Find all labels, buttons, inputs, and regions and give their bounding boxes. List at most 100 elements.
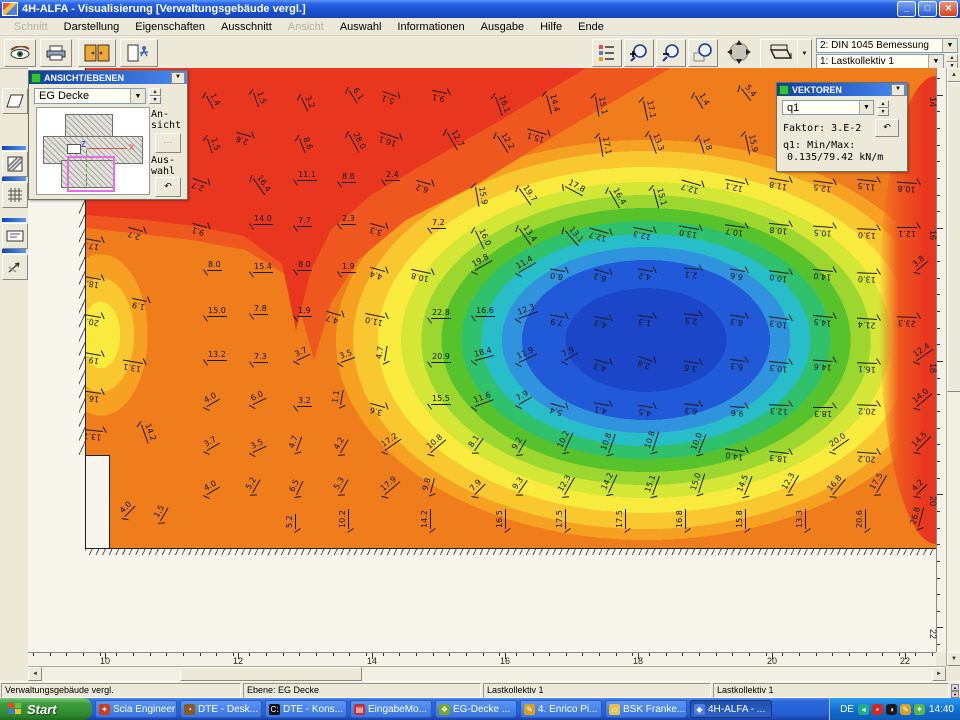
- factor-button[interactable]: ↶: [875, 119, 899, 137]
- horizontal-scroll-thumb[interactable]: [180, 667, 362, 681]
- zoom-out-button[interactable]: [656, 39, 686, 67]
- vertical-scrollbar[interactable]: ▲ ▼: [946, 68, 960, 666]
- value-label: 17.5: [616, 509, 626, 529]
- scroll-left-icon[interactable]: ◄: [28, 667, 42, 681]
- maximize-button[interactable]: □: [918, 1, 937, 17]
- start-label: Start: [27, 702, 57, 717]
- start-button[interactable]: Start: [0, 698, 92, 720]
- plan-selection-rect: [67, 156, 115, 192]
- spinner-up-icon[interactable]: ▲: [951, 684, 959, 691]
- ruler-tick: [433, 653, 434, 656]
- taskbar-button-folder[interactable]: ▱BSK Franke...: [605, 700, 687, 718]
- scroll-up-icon[interactable]: ▲: [947, 68, 960, 82]
- scroll-right-icon[interactable]: ►: [932, 667, 946, 681]
- chevron-down-icon[interactable]: ▼: [942, 39, 957, 52]
- taskbar-button-dte-desk[interactable]: ◔DTE - Desk...: [180, 700, 262, 718]
- values-button[interactable]: [2, 223, 28, 249]
- mini-titlebar[interactable]: [2, 249, 26, 253]
- taskbar-button-alfa[interactable]: ◆4H-ALFA - ...: [690, 700, 772, 718]
- vektoren-panel-titlebar[interactable]: VEKTOREN ▼: [777, 83, 907, 96]
- tray-panda-icon[interactable]: ◑: [886, 704, 897, 715]
- plane-select-button[interactable]: [2, 88, 28, 114]
- value-label: 3.2: [297, 397, 312, 407]
- print-button[interactable]: [40, 39, 72, 67]
- scroll-down-icon[interactable]: ▼: [947, 652, 960, 666]
- spinner-down-icon[interactable]: ▼: [877, 108, 889, 116]
- value-label: 14.5: [812, 315, 833, 327]
- menu-item-hilfe[interactable]: Hilfe: [532, 20, 570, 34]
- mesh-button[interactable]: [2, 182, 28, 208]
- spinner-up-icon[interactable]: ▲: [946, 54, 958, 62]
- loadcase-combobox[interactable]: 1: Lastkollektiv 1 ▼: [816, 54, 944, 69]
- ruler-tick: [799, 653, 800, 656]
- zoom-window-button[interactable]: [688, 39, 718, 67]
- pan-button[interactable]: [722, 38, 756, 66]
- spinner-down-icon[interactable]: ▼: [149, 96, 161, 104]
- value-label: 4.0: [202, 391, 220, 407]
- vector-quantity-dropdown[interactable]: q1 ▼: [782, 100, 874, 115]
- taskbar-button-scia[interactable]: ✦Scia Engineer: [95, 700, 177, 718]
- design-code-combobox[interactable]: 2: DIN 1045 Bemessung ▼: [816, 38, 958, 53]
- exit-button[interactable]: [120, 39, 158, 67]
- close-button[interactable]: ✕: [939, 1, 958, 17]
- vertical-scroll-thumb[interactable]: [947, 82, 960, 392]
- horizontal-scrollbar[interactable]: ◄ ►: [28, 666, 946, 681]
- taskbar-button-dte-console[interactable]: C:DTE - Kons...: [265, 700, 347, 718]
- mini-titlebar[interactable]: [2, 177, 26, 181]
- tray-icons: ◂▪◑✎✦: [858, 704, 925, 715]
- panel-collapse-icon[interactable]: ▼: [891, 84, 905, 96]
- loadcase-spinner[interactable]: ▲ ▼: [946, 54, 958, 69]
- value-label: 19.7: [519, 183, 539, 205]
- menu-item-ausschnitt[interactable]: Ausschnitt: [213, 20, 280, 34]
- view-3d-button[interactable]: [760, 39, 798, 69]
- ruler-label: 22: [900, 656, 910, 666]
- mini-plan-view[interactable]: Z X: [36, 107, 150, 195]
- vectors-button[interactable]: [2, 254, 28, 280]
- plane-dropdown[interactable]: EG Decke ▼: [34, 88, 146, 104]
- menu-item-darstellung[interactable]: Darstellung: [56, 20, 128, 34]
- menu-item-ende[interactable]: Ende: [570, 20, 612, 34]
- spinner-up-icon[interactable]: ▲: [877, 100, 889, 108]
- value-label: 14.5: [736, 473, 753, 495]
- spinner-up-icon[interactable]: ▲: [149, 88, 161, 96]
- vector-quantity-spinner[interactable]: ▲ ▼: [877, 100, 889, 115]
- view-3d-dropdown[interactable]: ▼: [797, 39, 812, 69]
- tray-green-icon[interactable]: ✦: [914, 704, 925, 715]
- mini-titlebar[interactable]: [2, 146, 26, 150]
- view-eye-button[interactable]: [4, 39, 36, 67]
- taskbar-button-eg-decke[interactable]: ❖EG-Decke ...: [435, 700, 517, 718]
- ruler-tick: [937, 278, 940, 279]
- hatch-fill-button[interactable]: [2, 151, 28, 177]
- menu-item-auswahl[interactable]: Auswahl: [332, 20, 390, 34]
- panel-collapse-icon[interactable]: ▼: [171, 72, 185, 84]
- language-indicator[interactable]: DE: [840, 704, 854, 715]
- taskbar-button-eingabe[interactable]: ▤EingabeMo...: [350, 700, 432, 718]
- minimize-button[interactable]: _: [897, 1, 916, 17]
- menu-item-informationen[interactable]: Informationen: [389, 20, 472, 34]
- tray-red-app-icon[interactable]: ▪: [872, 704, 883, 715]
- box-3d-icon: [765, 44, 793, 64]
- windows-button[interactable]: [78, 39, 116, 67]
- chevron-down-icon[interactable]: ▼: [130, 89, 145, 103]
- tray-brush-icon[interactable]: ✎: [900, 704, 911, 715]
- spinner-down-icon[interactable]: ▼: [951, 691, 959, 698]
- mini-titlebar[interactable]: [2, 218, 26, 222]
- menu-item-ausgabe[interactable]: Ausgabe: [473, 20, 532, 34]
- taskbar-button-paint[interactable]: ✎4. Enrico Pi...: [520, 700, 602, 718]
- chevron-down-icon[interactable]: ▼: [859, 101, 873, 114]
- plane-spinner[interactable]: ▲ ▼: [149, 88, 161, 104]
- menu-item-eigenschaften[interactable]: Eigenschaften: [127, 20, 213, 34]
- ansicht-panel-titlebar[interactable]: ANSICHT/EBENEN ▼: [29, 71, 187, 84]
- chevron-down-icon[interactable]: ▼: [928, 55, 943, 68]
- ruler-tick: [416, 653, 417, 656]
- auswahl-button[interactable]: ↶: [155, 177, 181, 197]
- tree-settings-button[interactable]: [592, 39, 622, 67]
- value-label: 10.8: [425, 433, 447, 453]
- ansicht-apply-button[interactable]: ⋯: [155, 133, 181, 153]
- value-label: 2.4: [385, 171, 400, 181]
- value-label: 17.8: [565, 178, 587, 196]
- status-spinner[interactable]: ▲ ▼: [951, 684, 959, 697]
- tray-back-arrow-icon[interactable]: ◂: [858, 704, 869, 715]
- zoom-in-button[interactable]: [624, 39, 654, 67]
- value-label: 16.1: [857, 362, 877, 373]
